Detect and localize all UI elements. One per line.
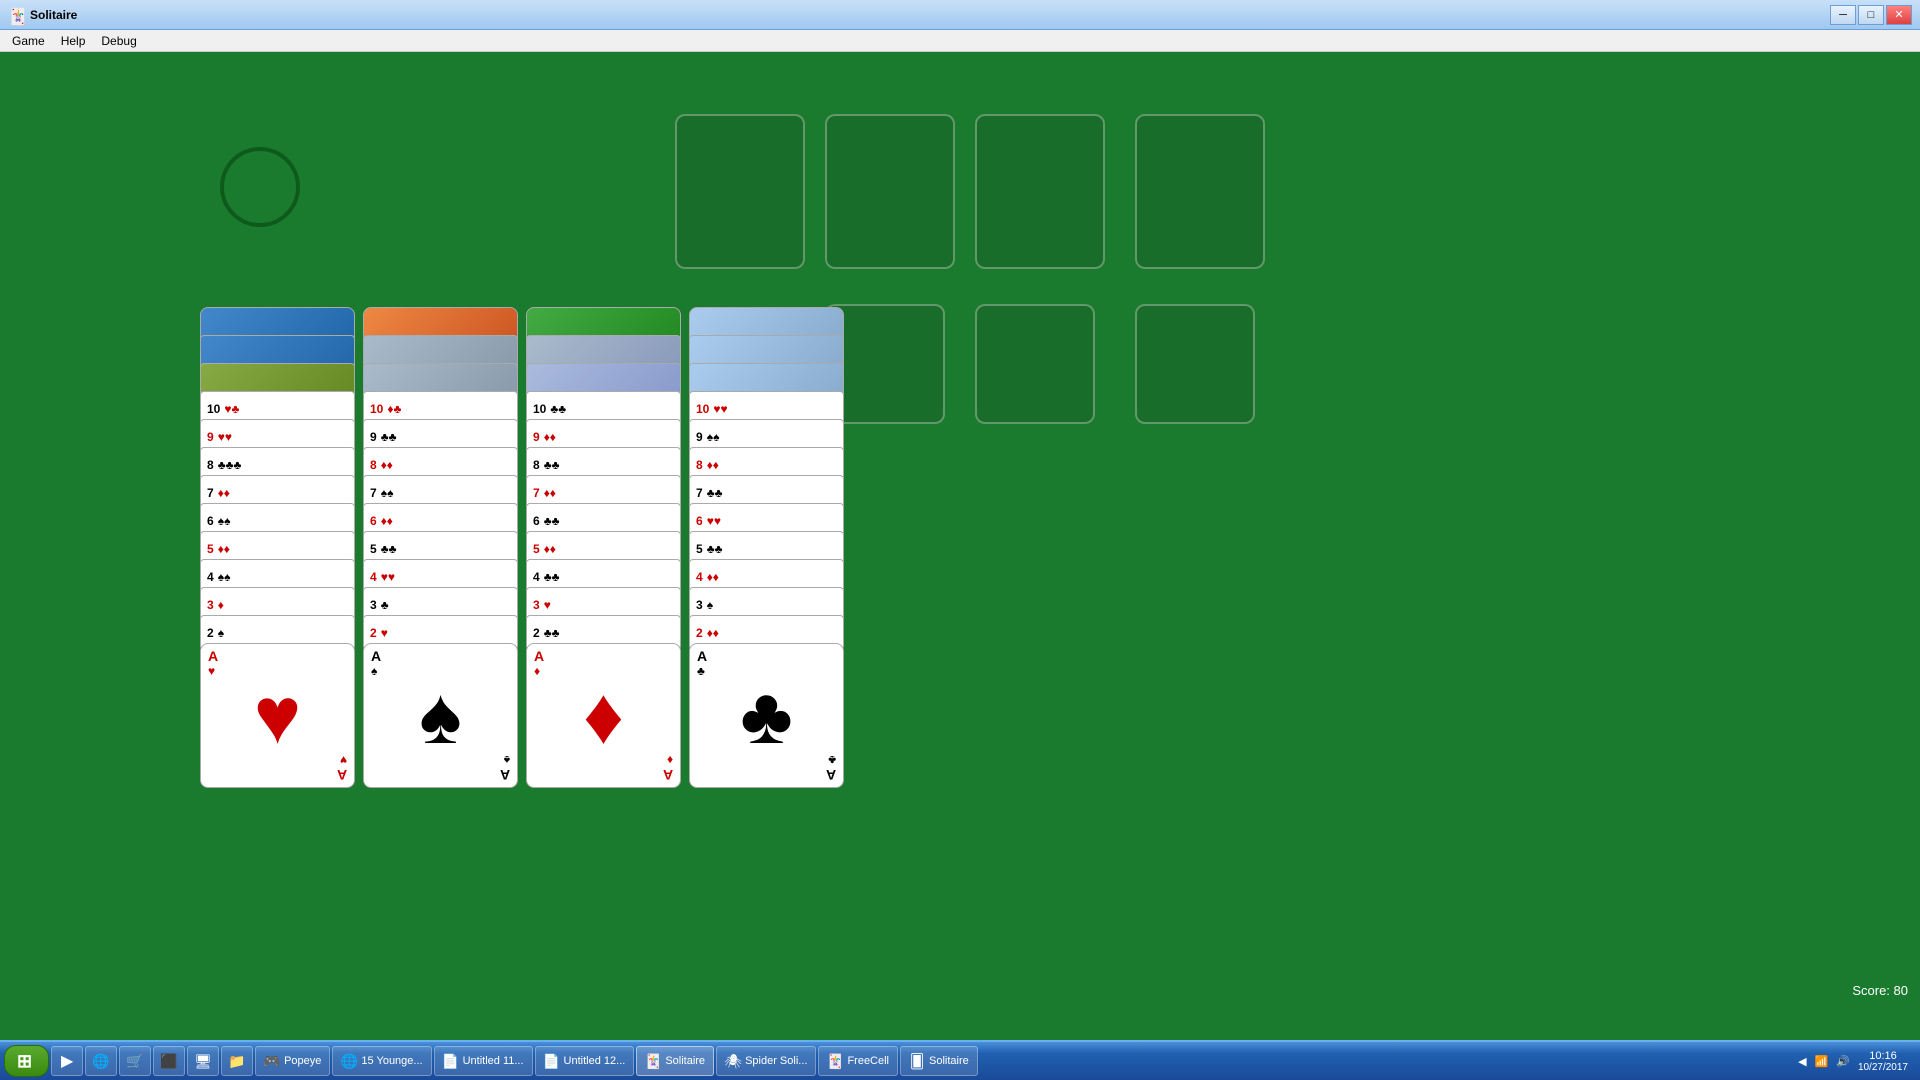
stock-pile[interactable]: [220, 147, 300, 227]
foundation-slot-7[interactable]: [1135, 304, 1255, 424]
taskbar-untitled1-label: Untitled 11...: [463, 1055, 524, 1067]
taskbar-solitaire-2[interactable]: 🂠 Solitaire: [900, 1046, 978, 1076]
window-controls: ─ □ ✕: [1830, 5, 1912, 25]
taskbar-popeye[interactable]: 🎮 Popeye: [255, 1046, 330, 1076]
taskbar-computer[interactable]: 🖥: [187, 1046, 219, 1076]
computer-icon: 🖥: [194, 1053, 212, 1070]
tray-volume-icon[interactable]: 🔊: [1836, 1055, 1850, 1068]
tray-network-icon: 📶: [1815, 1055, 1829, 1068]
foundation-slot-3[interactable]: [975, 114, 1105, 269]
solitaire-icon-2: 🂠: [909, 1053, 925, 1069]
taskbar-spider-label: Spider Soli...: [745, 1055, 807, 1067]
taskbar-network[interactable]: 🌐: [85, 1046, 117, 1076]
foundation-slot-6[interactable]: [975, 304, 1095, 424]
card-ace-clubs[interactable]: A♣ ♣ A♣: [689, 643, 844, 788]
date-display: 10/27/2017: [1858, 1062, 1908, 1073]
menu-help[interactable]: Help: [53, 32, 94, 50]
maximize-button[interactable]: □: [1858, 5, 1884, 25]
card-ace-spades[interactable]: A♠ ♠ A♠: [363, 643, 518, 788]
taskbar-app-store[interactable]: 🛒: [119, 1046, 151, 1076]
window-title: Solitaire: [30, 8, 1830, 22]
taskbar-spider[interactable]: 🕷 Spider Soli...: [716, 1046, 816, 1076]
taskbar-solitaire2-label: Solitaire: [929, 1055, 969, 1067]
foundation-slot-4[interactable]: [1135, 114, 1265, 269]
taskbar-terminal[interactable]: ⬛: [153, 1046, 185, 1076]
freecell-icon: 🃏: [827, 1053, 843, 1069]
taskbar-freecell[interactable]: 🃏 FreeCell: [818, 1046, 898, 1076]
taskbar-freecell-label: FreeCell: [847, 1055, 889, 1067]
time-display: 10:16: [1869, 1050, 1897, 1062]
minimize-button[interactable]: ─: [1830, 5, 1856, 25]
doc-icon-1: 📄: [443, 1053, 459, 1069]
card-ace-diamonds[interactable]: A♦ ♦ A♦: [526, 643, 681, 788]
close-button[interactable]: ✕: [1886, 5, 1912, 25]
taskbar-untitled1[interactable]: 📄 Untitled 11...: [434, 1046, 533, 1076]
taskbar-untitled2[interactable]: 📄 Untitled 12...: [535, 1046, 635, 1076]
clock[interactable]: 10:16 10/27/2017: [1858, 1050, 1908, 1073]
app-icon: 🃏: [8, 7, 24, 23]
score-display: Score: 80: [1840, 981, 1920, 1000]
taskbar-solitaire-main[interactable]: 🃏 Solitaire: [636, 1046, 714, 1076]
store-icon: 🛒: [126, 1053, 143, 1070]
foundation-slot-1[interactable]: [675, 114, 805, 269]
menu-game[interactable]: Game: [4, 32, 53, 50]
spider-icon: 🕷: [725, 1053, 741, 1069]
taskbar-media-player[interactable]: ▶: [51, 1046, 83, 1076]
network-icon: 🌐: [92, 1053, 109, 1070]
taskbar-popeye-label: Popeye: [284, 1055, 321, 1067]
media-icon: ▶: [61, 1051, 73, 1071]
taskbar-untitled2-label: Untitled 12...: [564, 1055, 626, 1067]
taskbar-solitaire-label: Solitaire: [665, 1055, 705, 1067]
card-ace-hearts[interactable]: A♥ ♥ A♥: [200, 643, 355, 788]
menu-bar: Game Help Debug: [0, 30, 1920, 52]
taskbar-files[interactable]: 📁: [221, 1046, 253, 1076]
browser-icon: 🌐: [341, 1053, 357, 1069]
taskbar-browser[interactable]: 🌐 15 Younge...: [332, 1046, 431, 1076]
solitaire-icon-1: 🃏: [645, 1053, 661, 1069]
folder-icon: 📁: [228, 1053, 245, 1070]
start-button[interactable]: ⊞: [4, 1045, 49, 1077]
tray-arrow[interactable]: ◀: [1798, 1055, 1806, 1068]
taskbar-browser-label: 15 Younge...: [361, 1055, 422, 1067]
terminal-icon: ⬛: [160, 1053, 177, 1070]
system-tray: ◀ 📶 🔊 10:16 10/27/2017: [1798, 1050, 1916, 1073]
popeye-icon: 🎮: [264, 1053, 280, 1069]
doc-icon-2: 📄: [544, 1053, 560, 1069]
title-bar: 🃏 Solitaire ─ □ ✕: [0, 0, 1920, 30]
game-area: 10 ♥♣ 9 ♥♥ 8 ♣♣♣ 7 ♦♦ 6 ♠♠ 5 ♦♦ 4: [0, 52, 1920, 1040]
taskbar: ⊞ ▶ 🌐 🛒 ⬛ 🖥 📁 🎮 Popeye 🌐 15 Younge... 📄 …: [0, 1040, 1920, 1080]
foundation-slot-2[interactable]: [825, 114, 955, 269]
menu-debug[interactable]: Debug: [93, 32, 144, 50]
